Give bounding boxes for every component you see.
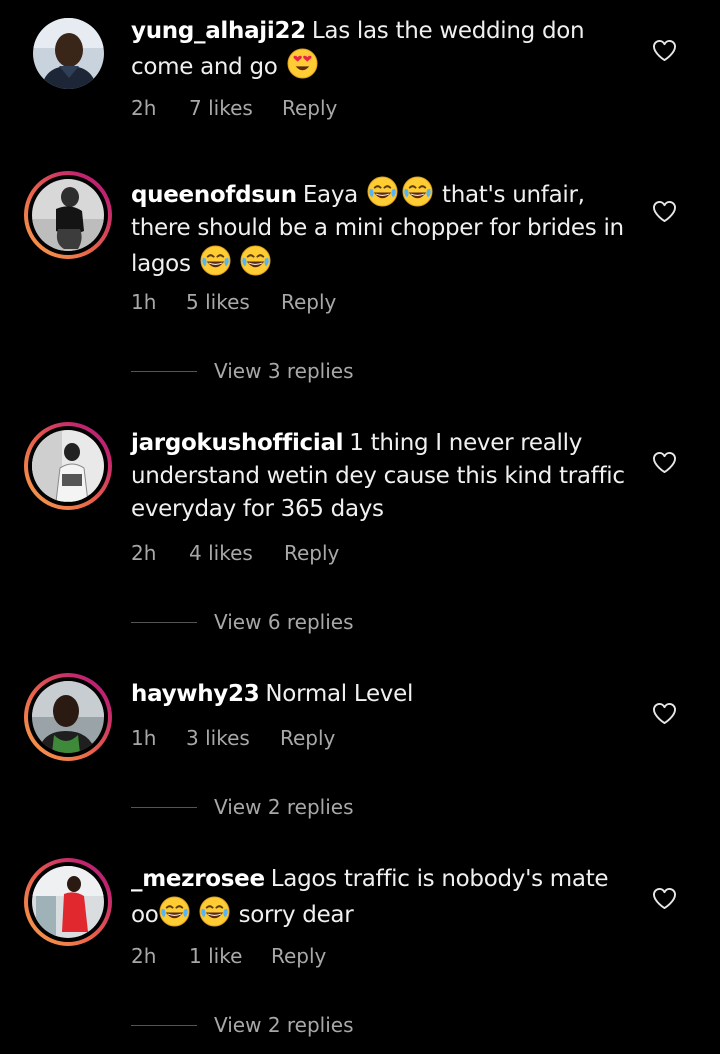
comment-body: _mezrosee Lagos traffic is nobody's mate … bbox=[131, 863, 626, 932]
comment-body: jargokushofficial 1 thing I never really … bbox=[131, 427, 626, 526]
comment-username[interactable]: jargokushofficial bbox=[131, 430, 344, 456]
avatar[interactable] bbox=[24, 171, 112, 259]
comment-username[interactable]: _mezrosee bbox=[131, 866, 265, 892]
like-heart-icon[interactable] bbox=[652, 39, 677, 62]
comment-username[interactable]: queenofdsun bbox=[131, 182, 297, 208]
comment-time: 1h bbox=[131, 726, 157, 750]
avatar[interactable] bbox=[24, 673, 112, 761]
comment-likes[interactable]: 3 likes bbox=[186, 726, 250, 750]
laughing-emoji-icon bbox=[367, 176, 398, 207]
heart-eyes-emoji-icon bbox=[287, 48, 318, 79]
replies-divider bbox=[131, 622, 197, 623]
view-replies-label: View 2 replies bbox=[214, 795, 354, 819]
comment-text: Eaya bbox=[302, 182, 358, 208]
comment-body: queenofdsun Eaya that's unfair, there sho… bbox=[131, 176, 626, 281]
comment-likes[interactable]: 1 like bbox=[189, 944, 242, 968]
replies-divider bbox=[131, 371, 197, 372]
reply-button[interactable]: Reply bbox=[280, 726, 335, 750]
replies-divider bbox=[131, 1025, 197, 1026]
comment-likes[interactable]: 5 likes bbox=[186, 290, 250, 314]
like-heart-icon[interactable] bbox=[652, 702, 677, 725]
reply-button[interactable]: Reply bbox=[281, 290, 336, 314]
profile-photo bbox=[32, 681, 104, 753]
comment-body: haywhy23 Normal Level bbox=[131, 678, 626, 711]
reply-button[interactable]: Reply bbox=[284, 541, 339, 565]
laughing-emoji-icon bbox=[200, 245, 231, 276]
laughing-emoji-icon bbox=[199, 896, 230, 927]
profile-photo bbox=[32, 179, 104, 251]
view-replies-label: View 2 replies bbox=[214, 1013, 354, 1037]
comment-username[interactable]: haywhy23 bbox=[131, 681, 260, 707]
comment-likes[interactable]: 4 likes bbox=[189, 541, 253, 565]
like-heart-icon[interactable] bbox=[652, 200, 677, 223]
comment-text: Normal Level bbox=[265, 681, 414, 707]
avatar[interactable] bbox=[24, 858, 112, 946]
comment-time: 2h bbox=[131, 541, 157, 565]
comment-likes[interactable]: 7 likes bbox=[189, 96, 253, 120]
laughing-emoji-icon bbox=[240, 245, 271, 276]
profile-photo bbox=[32, 866, 104, 938]
comment-username[interactable]: yung_alhaji22 bbox=[131, 18, 306, 44]
comment-time: 2h bbox=[131, 96, 157, 120]
like-heart-icon[interactable] bbox=[652, 887, 677, 910]
profile-photo bbox=[32, 430, 104, 502]
laughing-emoji-icon bbox=[159, 896, 190, 927]
comment-time: 2h bbox=[131, 944, 157, 968]
reply-button[interactable]: Reply bbox=[271, 944, 326, 968]
comment-body: yung_alhaji22 Las las the wedding don com… bbox=[131, 15, 626, 84]
reply-button[interactable]: Reply bbox=[282, 96, 337, 120]
like-heart-icon[interactable] bbox=[652, 451, 677, 474]
avatar[interactable] bbox=[33, 18, 104, 89]
view-replies-label: View 3 replies bbox=[214, 359, 354, 383]
replies-divider bbox=[131, 807, 197, 808]
avatar[interactable] bbox=[24, 422, 112, 510]
view-replies-label: View 6 replies bbox=[214, 610, 354, 634]
laughing-emoji-icon bbox=[402, 176, 433, 207]
comment-text: sorry dear bbox=[238, 902, 354, 928]
comment-time: 1h bbox=[131, 290, 157, 314]
profile-photo bbox=[33, 18, 104, 89]
